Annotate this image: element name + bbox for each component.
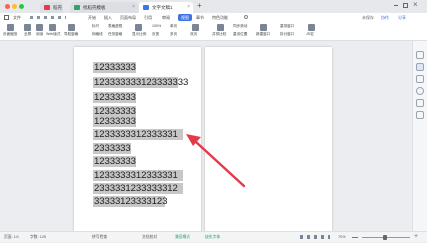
page-zoom-icon[interactable] <box>7 24 14 31</box>
document-icon <box>143 5 149 10</box>
template-icon <box>74 5 80 10</box>
ribbon-label: JS宏 <box>306 32 314 36</box>
text-line[interactable]: 123333333123333333 <box>93 77 188 88</box>
arrange-windows-button[interactable]: 重排窗口 <box>280 24 294 29</box>
menu-file[interactable]: 文件 <box>13 13 21 22</box>
close-icon[interactable]: × <box>413 0 418 9</box>
close-tab-icon[interactable]: × <box>187 2 190 13</box>
edit-icon[interactable] <box>416 63 424 71</box>
ribbon-label: 页面缩放 <box>3 32 18 36</box>
view-mode-icons[interactable] <box>300 235 330 239</box>
fullscreen-icon[interactable] <box>24 24 31 31</box>
text-line[interactable]: 2333331233333312 <box>93 183 183 194</box>
close-window-button[interactable] <box>5 4 10 9</box>
help-icon[interactable] <box>416 111 424 119</box>
text-line[interactable]: 12333333 <box>93 116 136 127</box>
single-page-button[interactable]: 单页 <box>170 24 177 29</box>
ribbon-label: 显示比例 <box>132 32 147 36</box>
ribbon-label: 导航窗格 <box>64 32 79 36</box>
select-icon[interactable] <box>416 51 424 59</box>
menu-features[interactable]: 特色功能 <box>212 13 228 22</box>
collaborate-button[interactable]: 协作 <box>381 13 389 22</box>
zoom-100-button[interactable]: 100% <box>152 24 161 29</box>
right-sidebar <box>412 41 427 231</box>
tab-daoke[interactable]: 稻壳 <box>40 2 63 13</box>
menu-bar: 文件 开始 插入 页面布局 引用 审阅 视图 章节 特色功能 未保存 协作 分享 <box>0 13 427 22</box>
zoom-in-icon[interactable]: + <box>414 233 418 240</box>
menu-view[interactable]: 视图 <box>178 14 192 21</box>
sync-scroll-button[interactable]: 同步滚动 <box>233 24 247 29</box>
text-line[interactable]: 12333333 <box>93 92 136 103</box>
menu-review[interactable]: 审阅 <box>162 13 170 22</box>
reset-position-button[interactable]: 重设位置 <box>233 32 247 37</box>
minimize-window-button[interactable] <box>12 4 17 9</box>
text-line[interactable]: 1233333312333331 <box>93 129 183 140</box>
compat-mode: 兼容模式 <box>175 235 191 239</box>
zoom-level[interactable]: 70% <box>338 232 346 243</box>
text-line[interactable]: 12333333 <box>93 156 136 167</box>
text-line[interactable]: 12333333 <box>93 62 136 73</box>
tab-document[interactable]: 文字文稿1 × <box>139 2 193 13</box>
web-layout-icon[interactable] <box>49 24 56 31</box>
spell-check[interactable]: 拼写检查 <box>92 232 107 243</box>
settings-icon[interactable] <box>416 87 424 95</box>
reading-icon[interactable] <box>36 24 43 31</box>
doc-check[interactable]: 文档校对 <box>142 232 157 243</box>
ribbon-label: 阅读 <box>36 32 44 36</box>
ribbon-label: 新建窗口 <box>256 32 271 36</box>
maximize-window-button[interactable] <box>19 4 24 9</box>
close-tab-icon[interactable]: × <box>132 2 135 13</box>
menu-insert[interactable]: 插入 <box>104 13 112 22</box>
menu-chapter[interactable]: 章节 <box>196 13 204 22</box>
menu-start[interactable]: 开始 <box>88 13 96 22</box>
style-icon[interactable] <box>416 75 424 83</box>
share-button[interactable]: 分享 <box>398 13 406 22</box>
tab-label: 找稻壳模板 <box>83 5 106 10</box>
share-icon[interactable] <box>416 99 424 107</box>
text-line[interactable]: 33333123333123 <box>93 196 167 207</box>
missing-font[interactable]: 缺失字体 <box>205 232 220 243</box>
page-width-button[interactable]: 页宽 <box>152 32 159 37</box>
word-count[interactable]: 字数: 125 <box>30 232 46 243</box>
zoom-slider-thumb[interactable] <box>383 235 387 240</box>
minimize-icon[interactable] <box>394 5 398 6</box>
two-page-icon[interactable] <box>192 24 199 31</box>
compare-icon[interactable] <box>217 24 224 31</box>
new-window-icon[interactable] <box>260 24 267 31</box>
title-bar: 稻壳 找稻壳模板 × 文字文稿1 × + × <box>0 0 427 13</box>
zoom-out-icon[interactable] <box>352 237 358 238</box>
tab-template[interactable]: 找稻壳模板 × <box>70 2 138 13</box>
nav-pane-icon[interactable] <box>68 24 75 31</box>
page-indicator[interactable]: 页面: 1/1 <box>4 232 19 243</box>
status-bar: 页面: 1/1 字数: 125 拼写检查 文档校对 兼容模式 缺失字体 70% … <box>0 231 427 242</box>
menu-page-layout[interactable]: 页面布局 <box>120 13 136 22</box>
quick-access-icons[interactable] <box>30 16 66 19</box>
text-line[interactable]: 2333333 <box>93 143 131 154</box>
gridlines-checkbox[interactable]: 网格线 <box>92 32 103 37</box>
table-gridlines-checkbox[interactable]: 表格虚框 <box>108 24 122 29</box>
menu-reference[interactable]: 引用 <box>144 13 152 22</box>
zoom-icon[interactable] <box>135 24 142 31</box>
split-window-button[interactable]: 拆分窗口 <box>280 32 294 37</box>
task-pane-checkbox[interactable]: 任务窗格 <box>108 32 122 37</box>
multi-page-button[interactable]: 多页 <box>170 32 177 37</box>
hamburger-icon[interactable] <box>4 15 9 20</box>
restore-icon[interactable] <box>403 3 408 8</box>
ruler-checkbox[interactable]: 标尺 <box>92 24 99 29</box>
view-ribbon: 页面缩放 全屏 阅读 Web版式 导航窗格 标尺 网格线 表格虚框 任务窗格 显… <box>0 22 427 41</box>
unsaved-status: 未保存 <box>362 15 374 20</box>
tab-label: 文字文稿1 <box>152 5 173 10</box>
ribbon-label: 双页 <box>190 32 198 36</box>
daoke-icon <box>44 5 50 10</box>
red-arrow-annotation <box>186 134 246 188</box>
ribbon-label: 并排比较 <box>212 32 227 36</box>
ribbon-label: 全屏 <box>24 32 32 36</box>
text-line[interactable]: 1233333312333331 <box>93 170 183 181</box>
ribbon-label: Web版式 <box>46 32 61 36</box>
tab-label: 稻壳 <box>53 5 62 10</box>
macro-icon[interactable] <box>308 24 315 31</box>
search-icon[interactable] <box>244 15 248 19</box>
add-tab-button[interactable]: + <box>197 1 202 10</box>
